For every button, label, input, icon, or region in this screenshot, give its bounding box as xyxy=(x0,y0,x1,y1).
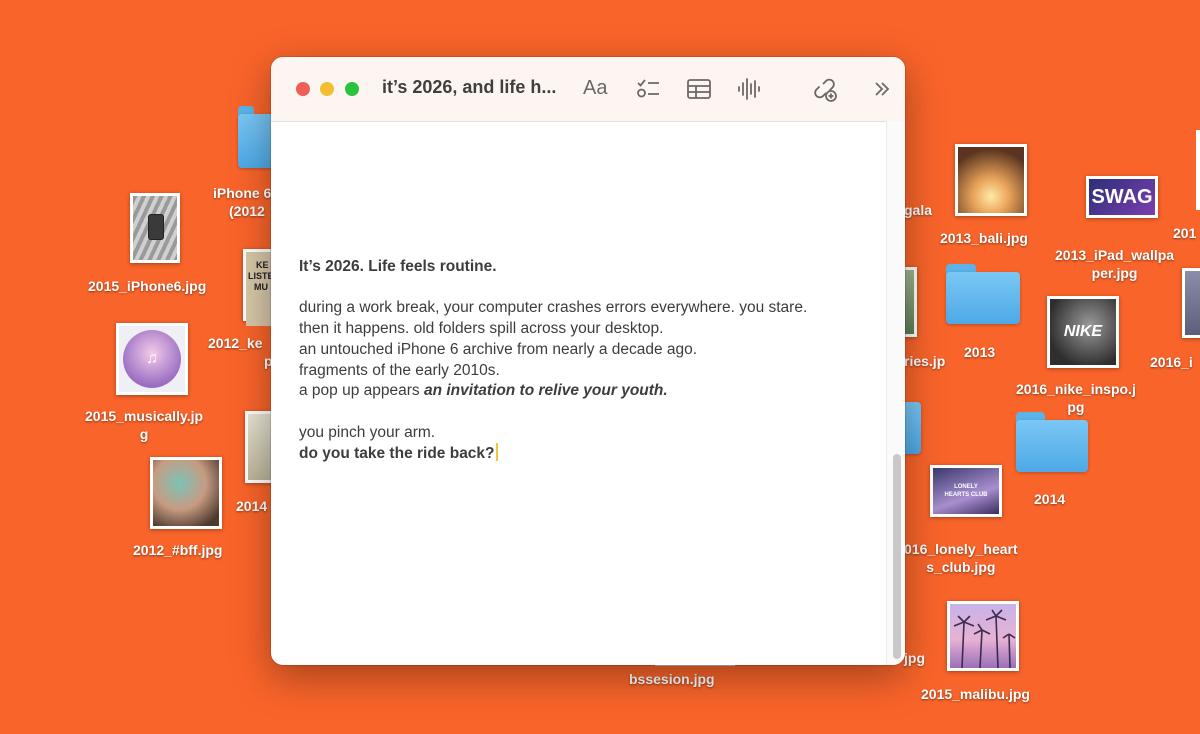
right-edge-201-label[interactable]: 201 xyxy=(1173,224,1196,242)
right-edge-thumbnail-sliver xyxy=(1196,130,1200,210)
share-link-icon[interactable] xyxy=(811,75,839,103)
nike-inspo-label[interactable]: 2016_nike_inspo.j pg xyxy=(1016,380,1136,416)
table-icon[interactable] xyxy=(685,75,713,103)
bali-photo-thumbnail[interactable] xyxy=(955,144,1027,216)
iphone6-folder-label[interactable]: iPhone 6 (2012 xyxy=(213,184,271,220)
keep-listening-label[interactable]: 2012_ke p xyxy=(208,334,273,370)
stories-label[interactable]: ries.jp xyxy=(904,352,945,370)
phone-glyph xyxy=(148,214,164,240)
bali-photo-label[interactable]: 2013_bali.jpg xyxy=(940,229,1028,247)
gala-label[interactable]: gala xyxy=(904,201,932,219)
note-line: fragments of the early 2010s. xyxy=(299,361,500,379)
photo-2014-label[interactable]: 2014 xyxy=(236,497,267,515)
note-line: then it happens. old folders spill acros… xyxy=(299,320,664,338)
note-line: during a work break, your computer crash… xyxy=(299,299,808,317)
format-button[interactable]: Aa xyxy=(583,77,607,100)
folder-2013-icon[interactable] xyxy=(946,264,1020,324)
iphone6-photo-thumbnail[interactable] xyxy=(130,193,180,263)
window-title: it’s 2026, and life h... xyxy=(382,77,557,97)
note-line-invitation: a pop up appears an invitation to relive… xyxy=(299,382,668,400)
hidden-folder-icon[interactable] xyxy=(903,402,921,454)
invitation-emphasis: an invitation to relive your youth. xyxy=(423,382,668,400)
swag-text: SWAG xyxy=(1091,185,1153,208)
ipad-wallpaper-thumbnail[interactable]: SWAG xyxy=(1086,176,1158,218)
partial-jpg-label[interactable]: jpg xyxy=(904,649,925,667)
zoom-button[interactable] xyxy=(345,82,359,96)
ipad-wallpaper-label[interactable]: 2013_iPad_wallpa per.jpg xyxy=(1055,246,1174,282)
bssesion-label[interactable]: bssesion.jpg xyxy=(629,670,715,688)
note-line: you pinch your arm. xyxy=(299,423,436,441)
audio-icon[interactable] xyxy=(734,75,762,103)
right-edge-2016-label[interactable]: 2016_i xyxy=(1150,353,1193,371)
musically-label[interactable]: 2015_musically.jp g xyxy=(85,407,203,443)
malibu-photo-label[interactable]: 2015_malibu.jpg xyxy=(921,685,1030,703)
lonely-hearts-thumbnail[interactable]: LONELY HEARTS CLUB xyxy=(930,465,1002,517)
nike-text: NIKE xyxy=(1063,323,1103,340)
checklist-icon[interactable] xyxy=(634,75,662,103)
lonely-hearts-label[interactable]: 016_lonely_heart s_club.jpg xyxy=(904,540,1018,576)
nike-inspo-thumbnail[interactable]: NIKE xyxy=(1047,296,1119,368)
text-cursor xyxy=(495,443,498,462)
iphone6-photo-label[interactable]: 2015_iPhone6.jpg xyxy=(88,277,206,295)
title-bar[interactable]: it’s 2026, and life h... Aa xyxy=(271,57,905,122)
bff-photo-label[interactable]: 2012_#bff.jpg xyxy=(133,541,222,559)
more-chevrons-icon[interactable] xyxy=(868,75,896,103)
note-body[interactable]: It’s 2026. Life feels routine. during a … xyxy=(299,257,865,465)
close-button[interactable] xyxy=(296,82,310,96)
palm-trees-icon xyxy=(953,609,1016,668)
note-final-question: do you take the ride back? xyxy=(299,443,865,465)
folder-2014-label[interactable]: 2014 xyxy=(1034,490,1065,508)
note-line: an untouched iPhone 6 archive from nearl… xyxy=(299,340,698,358)
keep-listening-thumbnail[interactable]: KE LISTE MU xyxy=(243,249,273,326)
musically-logo-icon: ♫ xyxy=(146,350,158,367)
right-edge-2016-thumbnail[interactable] xyxy=(1182,268,1200,338)
photo-2014-thumbnail[interactable] xyxy=(245,411,273,483)
malibu-photo-thumbnail[interactable] xyxy=(947,601,1019,671)
minimize-button[interactable] xyxy=(320,82,334,96)
notes-window[interactable]: it’s 2026, and life h... Aa It’s 2026. L… xyxy=(271,57,905,665)
stories-thumbnail[interactable] xyxy=(903,267,917,337)
lonely-hearts-text: LONELY HEARTS CLUB xyxy=(944,484,988,498)
folder-2014-icon[interactable] xyxy=(1016,412,1088,472)
bff-photo-thumbnail[interactable] xyxy=(150,457,222,529)
note-heading: It’s 2026. Life feels routine. xyxy=(299,258,497,275)
musically-thumbnail[interactable]: ♫ xyxy=(116,323,188,395)
folder-2013-label[interactable]: 2013 xyxy=(964,343,995,361)
scrollbar-thumb[interactable] xyxy=(893,454,901,659)
